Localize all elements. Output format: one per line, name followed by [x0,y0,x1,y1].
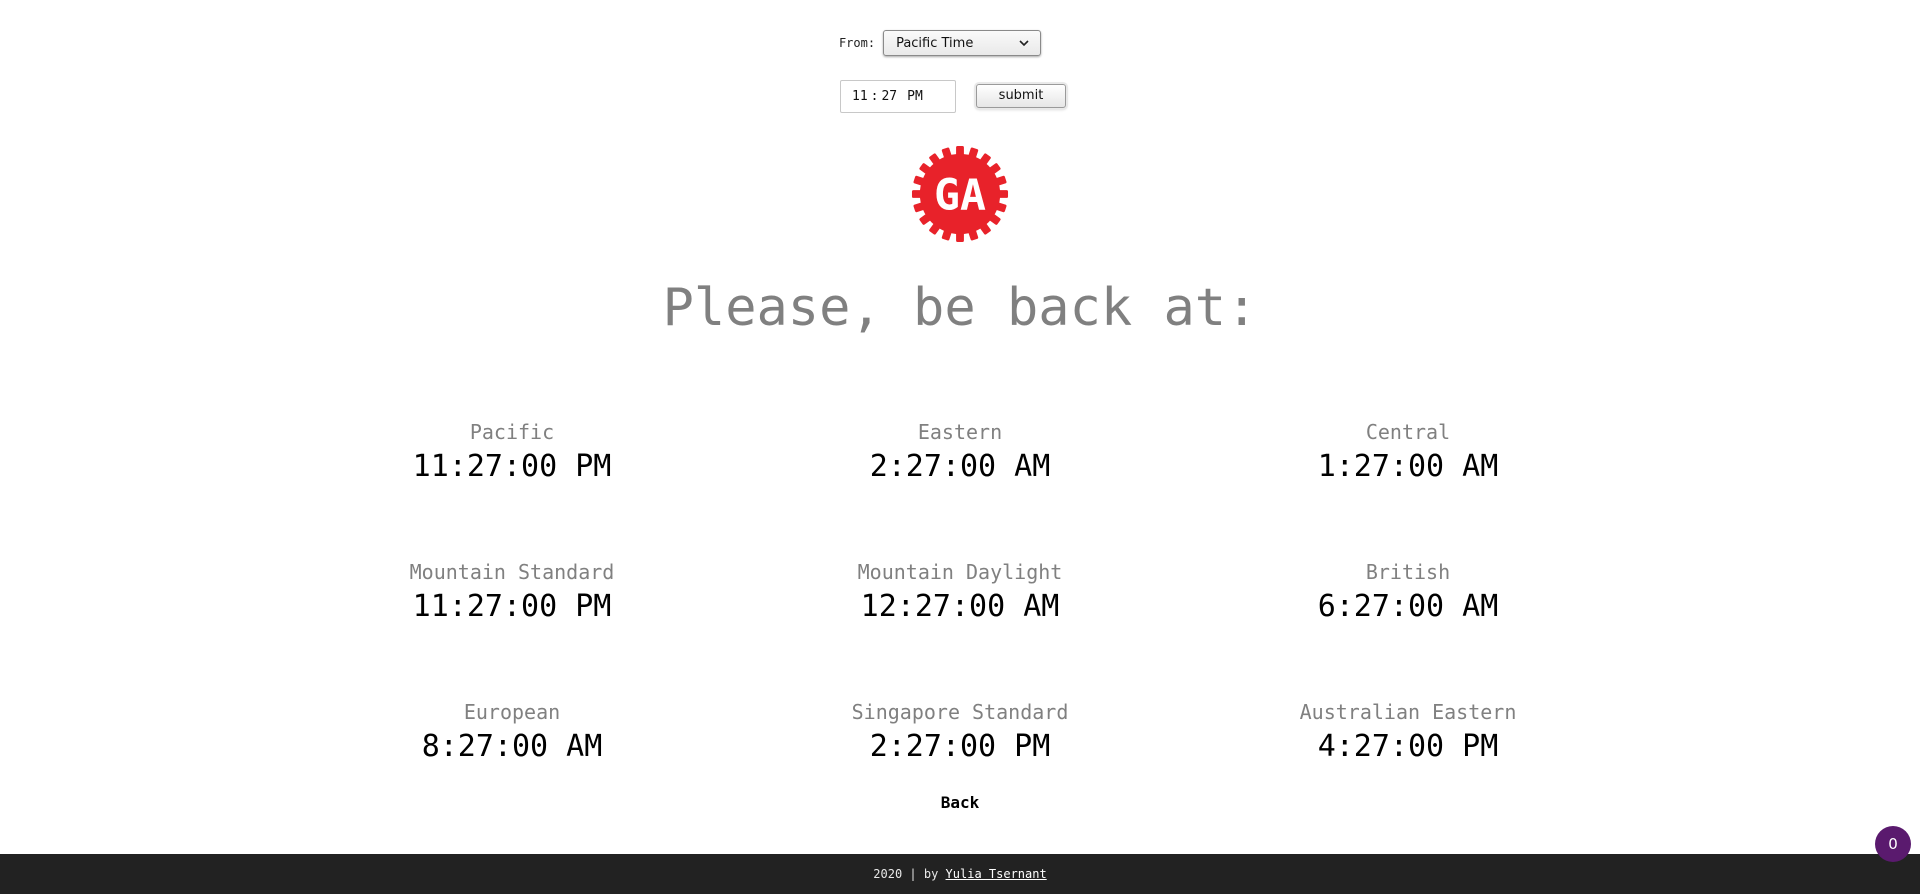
page-title: Please, be back at: [662,278,1258,338]
zone-name: Central [1365,420,1451,444]
time-ampm[interactable]: PM [907,89,923,104]
zone-time: 1:27:00 AM [1317,449,1499,484]
zone-name: Pacific [469,420,555,444]
zone-card-british: British 6:27:00 AM [1184,560,1632,626]
zone-time: 8:27:00 AM [421,729,603,764]
time-colon: : [870,89,879,104]
zone-name: European [463,700,561,724]
zone-card-mountain-standard: Mountain Standard 11:27:00 PM [288,560,736,626]
footer-text: 2020 | by [873,867,946,881]
timezone-select[interactable]: Pacific Time [883,30,1042,56]
footer: 2020 | by Yulia Tsernant [0,854,1920,894]
notification-badge[interactable]: 0 [1875,826,1911,862]
zone-time: 2:27:00 AM [869,449,1051,484]
zone-card-central: Central 1:27:00 AM [1184,420,1632,486]
zone-card-singapore-standard: Singapore Standard 2:27:00 PM [736,700,1184,766]
time-input[interactable]: 11 : 27 PM [840,80,956,113]
zone-card-european: European 8:27:00 AM [288,700,736,766]
time-minutes[interactable]: 27 [881,89,897,104]
zone-name: Mountain Daylight [857,560,1063,584]
logo-text: GA [934,171,986,221]
zone-time: 4:27:00 PM [1317,729,1499,764]
time-row: 11 : 27 PM submit [0,80,1920,113]
from-row: From: Pacific Time [0,30,1920,56]
zone-time: 11:27:00 PM [412,449,612,484]
author-link[interactable]: Yulia Tsernant [946,867,1047,881]
chevron-down-icon [1018,37,1030,49]
zone-name: Australian Eastern [1299,700,1517,724]
zone-time: 2:27:00 PM [869,729,1051,764]
time-hours[interactable]: 11 [852,89,868,104]
timezone-select-value: Pacific Time [896,35,974,51]
zone-card-australian-eastern: Australian Eastern 4:27:00 PM [1184,700,1632,766]
zone-card-eastern: Eastern 2:27:00 AM [736,420,1184,486]
submit-button[interactable]: submit [976,83,1066,108]
zone-name: Singapore Standard [851,700,1069,724]
from-label: From: [838,36,876,50]
zone-name: British [1365,560,1451,584]
back-link[interactable]: Back [0,793,1920,812]
zone-name: Eastern [917,420,1003,444]
zone-card-mountain-daylight: Mountain Daylight 12:27:00 AM [736,560,1184,626]
zone-time: 11:27:00 PM [412,589,612,624]
zone-name: Mountain Standard [409,560,615,584]
ga-logo: GA [911,145,1009,243]
zone-time: 12:27:00 AM [860,589,1060,624]
zone-card-pacific: Pacific 11:27:00 PM [288,420,736,486]
zone-time: 6:27:00 AM [1317,589,1499,624]
